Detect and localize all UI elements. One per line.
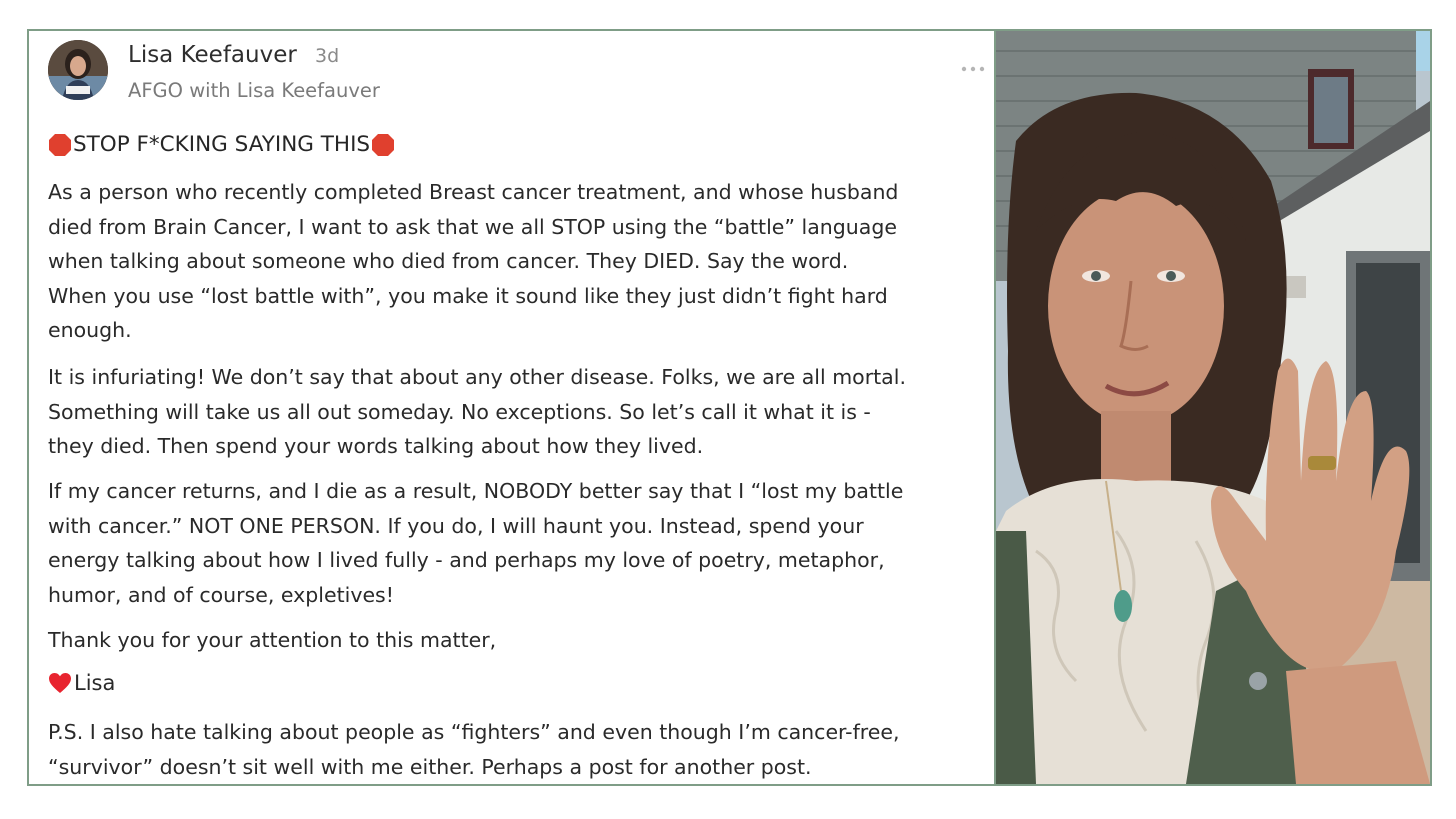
post-paragraph: As a person who recently completed Breas…: [48, 175, 993, 348]
post-card: Lisa Keefauver 3d AFGO with Lisa Keefauv…: [27, 29, 1432, 786]
text-line: with cancer.” NOT ONE PERSON. If you do,…: [48, 513, 864, 538]
stop-sign-icon: [48, 133, 72, 157]
headline-text: STOP F*CKING SAYING THIS: [73, 132, 371, 157]
group-name[interactable]: AFGO with Lisa Keefauver: [128, 79, 380, 102]
ellipsis-icon[interactable]: [960, 59, 986, 79]
text-line: when talking about someone who died from…: [48, 249, 849, 273]
post-paragraph: It is infuriating! We don’t say that abo…: [48, 360, 993, 464]
post-photo[interactable]: [994, 31, 1430, 784]
text-line: humor, and of course, expletives!: [48, 582, 394, 607]
author-name[interactable]: Lisa Keefauver: [128, 42, 297, 68]
text-line: P.S. I also hate talking about people as…: [48, 720, 900, 744]
post-headline: STOP F*CKING SAYING THIS: [48, 132, 395, 157]
post-content: Lisa Keefauver 3d AFGO with Lisa Keefauv…: [29, 31, 994, 784]
post-paragraph: Thank you for your attention to this mat…: [48, 623, 993, 658]
post-paragraph: If my cancer returns, and I die as a res…: [48, 474, 993, 612]
post-timestamp[interactable]: 3d: [315, 45, 339, 67]
text-line: If my cancer returns, and I die as a res…: [48, 479, 904, 503]
post-signoff: Lisa: [48, 671, 115, 695]
heart-icon: [48, 672, 72, 694]
author-avatar[interactable]: [48, 40, 108, 100]
signoff-text: Lisa: [74, 671, 116, 695]
text-line: “survivor” doesn’t sit well with me eith…: [48, 754, 812, 779]
text-line: It is infuriating! We don’t say that abo…: [48, 365, 906, 389]
text-line: Something will take us all out someday. …: [48, 399, 871, 424]
text-line: enough.: [48, 318, 132, 342]
text-line: energy talking about how I lived fully -…: [48, 548, 885, 572]
text-line: Thank you for your attention to this mat…: [48, 628, 497, 652]
post-postscript: P.S. I also hate talking about people as…: [48, 715, 993, 784]
text-line: died from Brain Cancer, I want to ask th…: [48, 214, 897, 239]
stop-sign-icon: [371, 133, 395, 157]
text-line: As a person who recently completed Breas…: [48, 180, 899, 204]
text-line: they died. Then spend your words talking…: [48, 434, 704, 458]
text-line: When you use “lost battle with”, you mak…: [48, 283, 888, 308]
